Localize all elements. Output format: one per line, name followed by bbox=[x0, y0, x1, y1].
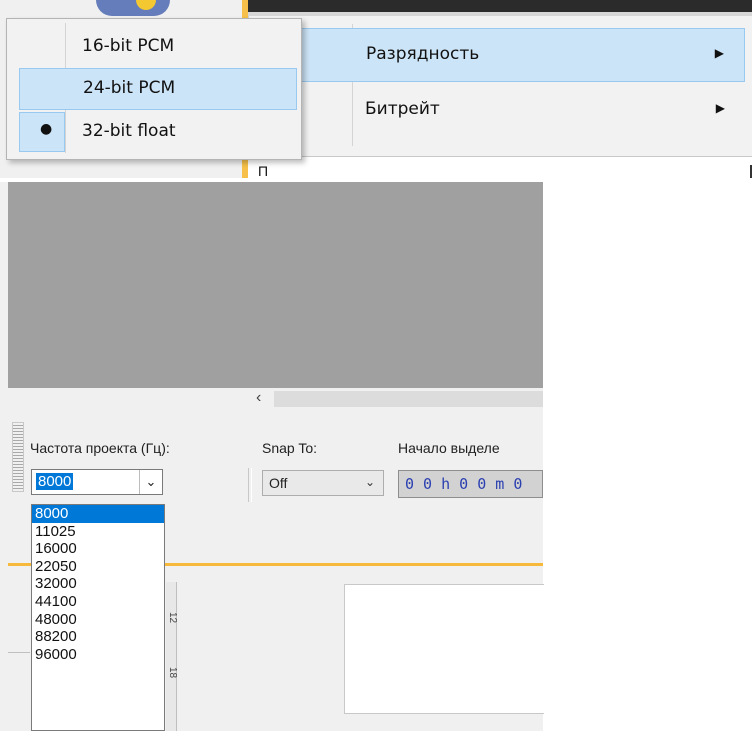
radio-bullet-icon: ● bbox=[40, 121, 53, 137]
track-divider bbox=[8, 652, 30, 653]
app-logo-fragment bbox=[96, 0, 170, 16]
rate-option-48000[interactable]: 48000 bbox=[32, 611, 164, 629]
rate-option-8000[interactable]: 8000 bbox=[32, 505, 164, 523]
bit-depth-submenu: 16-bit PCM 24-bit PCM ● 32-bit float bbox=[6, 18, 302, 160]
snap-to-value: Off bbox=[269, 475, 288, 491]
toolbar-separator bbox=[248, 468, 252, 502]
rate-option-96000[interactable]: 96000 bbox=[32, 646, 164, 664]
scrollbar-track[interactable] bbox=[274, 391, 543, 407]
submenu-arrow-icon: ▶ bbox=[714, 46, 724, 60]
rate-option-16000[interactable]: 16000 bbox=[32, 540, 164, 558]
toolbar-grip-handle[interactable] bbox=[12, 422, 24, 492]
menu-item-bitrate[interactable]: Битрейт ▶ bbox=[249, 84, 745, 136]
submenu-item-32bit-float[interactable]: ● 32-bit float bbox=[19, 112, 295, 152]
horizontal-scrollbar[interactable]: ‹ bbox=[8, 388, 543, 410]
selection-start-label: Начало выделе bbox=[398, 440, 500, 456]
context-menu-region: Разрядность ▶ Битрейт ▶ П 16-bit PCM 24-… bbox=[0, 0, 752, 178]
time-digits: 0 0 h 0 0 m 0 bbox=[405, 475, 523, 493]
snap-to-label: Snap To: bbox=[262, 440, 318, 456]
submenu-item-label: 24-bit PCM bbox=[83, 78, 176, 98]
rate-option-44100[interactable]: 44100 bbox=[32, 593, 164, 611]
project-rate-combobox[interactable]: 8000 ⌄ bbox=[31, 469, 163, 495]
context-menu: Разрядность ▶ Битрейт ▶ bbox=[248, 16, 752, 156]
rate-option-88200[interactable]: 88200 bbox=[32, 628, 164, 646]
menu-item-bit-depth[interactable]: Разрядность ▶ bbox=[249, 28, 745, 82]
rate-option-22050[interactable]: 22050 bbox=[32, 558, 164, 576]
vertical-ruler bbox=[166, 582, 177, 731]
scroll-left-icon[interactable]: ‹ bbox=[256, 389, 261, 407]
rate-option-32000[interactable]: 32000 bbox=[32, 575, 164, 593]
submenu-item-label: 16-bit PCM bbox=[82, 36, 175, 56]
selection-start-time-field[interactable]: 0 0 h 0 0 m 0 bbox=[398, 470, 543, 498]
ruler-mark: 12 bbox=[167, 611, 179, 624]
menu-next-item-fragment: П bbox=[248, 156, 752, 178]
ruler-mark: 18 bbox=[167, 666, 179, 679]
track-area[interactable] bbox=[8, 182, 543, 388]
submenu-item-16bit[interactable]: 16-bit PCM bbox=[19, 27, 295, 67]
snap-to-select[interactable]: Off ⌄ bbox=[262, 470, 384, 496]
submenu-item-label: 32-bit float bbox=[82, 121, 176, 141]
project-rate-dropdown-list[interactable]: 8000 11025 16000 22050 32000 44100 48000… bbox=[31, 504, 165, 731]
submenu-arrow-icon: ▶ bbox=[715, 101, 725, 115]
project-rate-value[interactable]: 8000 bbox=[36, 473, 74, 490]
menu-item-label: Разрядность bbox=[366, 44, 480, 64]
chevron-down-icon: ⌄ bbox=[364, 475, 375, 489]
project-rate-label: Частота проекта (Гц): bbox=[30, 440, 170, 456]
menu-item-label: Битрейт bbox=[365, 99, 440, 119]
window-header-bar bbox=[248, 0, 752, 12]
submenu-item-24bit[interactable]: 24-bit PCM bbox=[19, 68, 297, 110]
chevron-down-icon[interactable]: ⌄ bbox=[139, 470, 162, 494]
partial-menu-text: П bbox=[258, 163, 269, 178]
track-canvas[interactable] bbox=[344, 584, 544, 714]
rate-option-11025[interactable]: 11025 bbox=[32, 523, 164, 541]
